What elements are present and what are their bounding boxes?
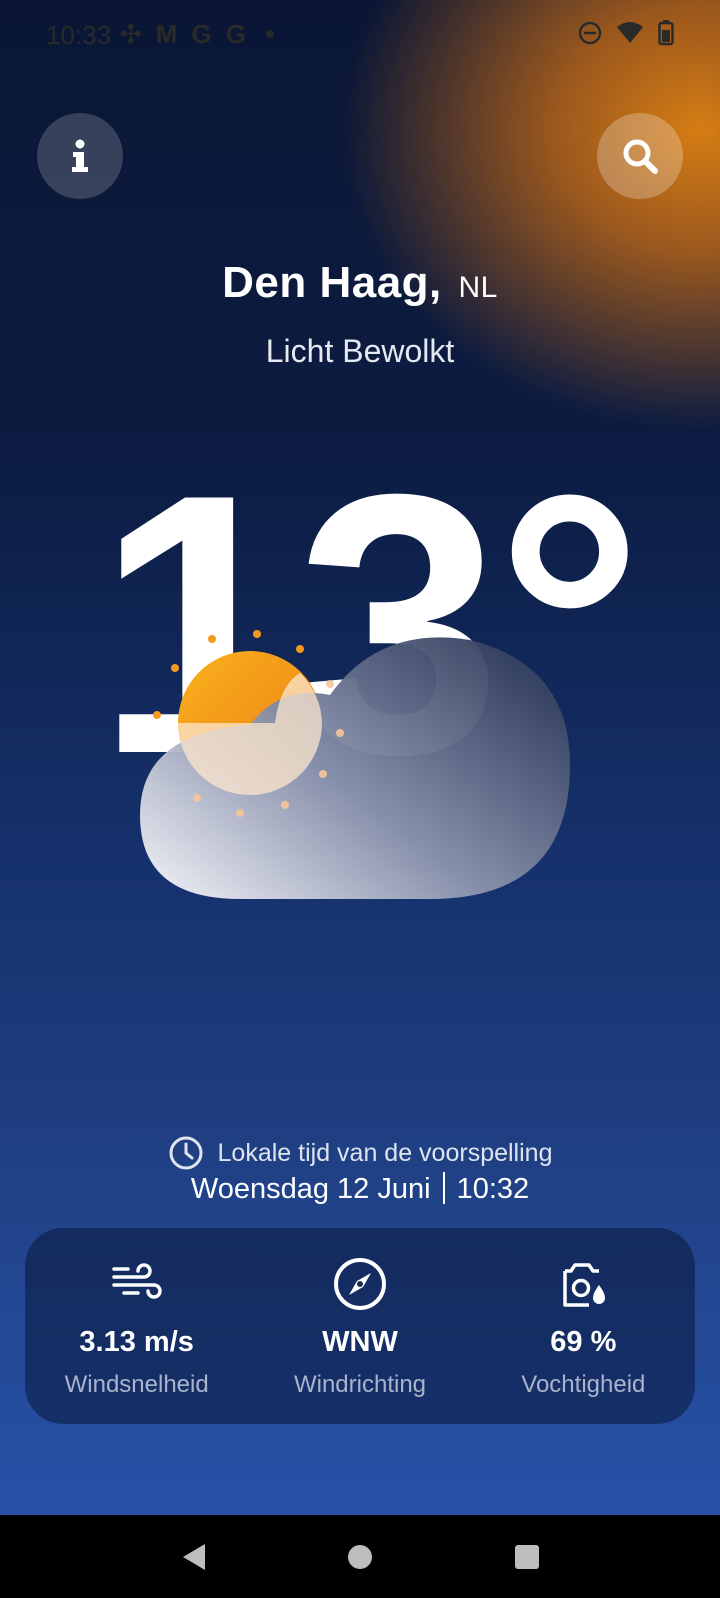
wifi-icon <box>617 22 643 43</box>
system-navigation-bar <box>0 1515 720 1598</box>
search-icon <box>623 139 658 174</box>
battery-icon <box>658 20 674 46</box>
divider <box>442 1172 445 1204</box>
do-not-disturb-icon <box>578 21 602 45</box>
clock-icon <box>169 1136 203 1170</box>
slack-icon: ✣ <box>120 19 142 49</box>
info-button[interactable] <box>37 113 123 199</box>
partly-cloudy-icon <box>140 630 570 899</box>
weather-stats-card: 3.13 m/s Windsnelheid WNW Windrichting 6… <box>25 1228 695 1424</box>
compass-icon <box>333 1258 386 1310</box>
stat-wind-speed: 3.13 m/s Windsnelheid <box>25 1228 248 1424</box>
humidity-label: Vochtigheid <box>521 1371 646 1398</box>
wind-speed-value: 3.13 m/s <box>79 1326 194 1358</box>
location: Den Haag, NL <box>0 258 720 308</box>
weather-condition: Licht Bewolkt <box>265 333 455 369</box>
humidity-icon <box>563 1263 606 1307</box>
stat-humidity: 69 % Vochtigheid <box>472 1228 695 1424</box>
wind-direction-value: WNW <box>322 1326 398 1358</box>
status-bar: 10:33 ✣ M G G <box>0 0 720 70</box>
forecast-date: Woensdag 12 Juni <box>190 1173 431 1205</box>
country-code: NL <box>458 271 498 304</box>
back-icon[interactable] <box>179 1542 207 1572</box>
forecast-time-label: Lokale tijd van de voorspelling <box>217 1138 553 1167</box>
forecast-time: 10:32 <box>456 1173 530 1205</box>
home-icon[interactable] <box>346 1543 374 1571</box>
forecast-datetime: Woensdag 12 Juni 10:32 <box>0 1172 720 1206</box>
wind-speed-label: Windsnelheid <box>64 1371 209 1398</box>
forecast-time-label-row: Lokale tijd van de voorspelling <box>0 1135 720 1171</box>
google-icon: G <box>225 19 246 49</box>
city-name: Den Haag, <box>222 258 442 307</box>
dot-icon <box>265 30 274 38</box>
humidity-value: 69 % <box>550 1326 617 1358</box>
info-icon <box>72 139 88 172</box>
status-time: 10:33 <box>46 20 112 50</box>
stat-wind-direction: WNW Windrichting <box>248 1228 471 1424</box>
gmail-icon: M <box>155 19 178 49</box>
wind-direction-label: Windrichting <box>293 1371 427 1398</box>
google-icon: G <box>191 19 212 49</box>
wind-icon <box>111 1263 162 1299</box>
search-button[interactable] <box>597 113 683 199</box>
recents-icon[interactable] <box>513 1543 541 1571</box>
